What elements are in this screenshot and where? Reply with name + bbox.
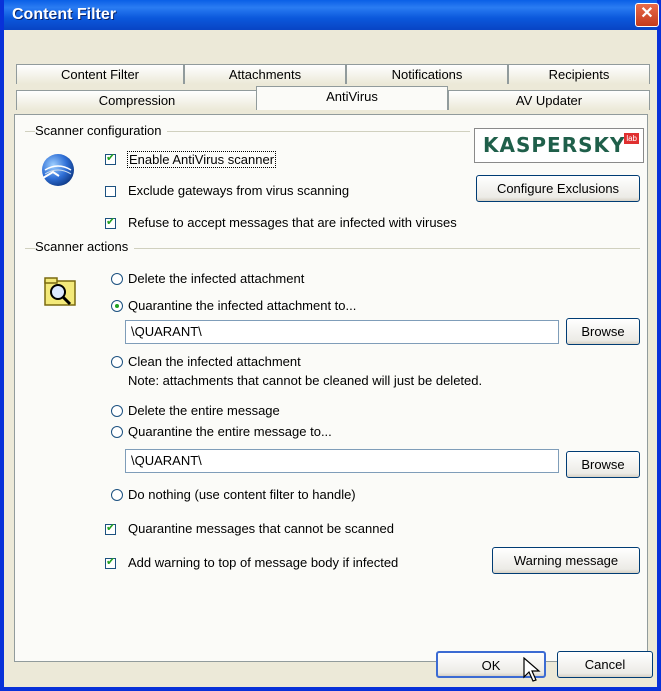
window-title: Content Filter: [12, 6, 116, 23]
browse-attachment-button[interactable]: Browse: [566, 318, 640, 345]
delete-attachment-label[interactable]: Delete the infected attachment: [128, 271, 304, 286]
quarantine-folder-icon: [44, 277, 76, 306]
delete-message-label[interactable]: Delete the entire message: [128, 403, 280, 418]
globe-icon: [42, 154, 74, 186]
exclude-gateways-label[interactable]: Exclude gateways from virus scanning: [128, 183, 349, 198]
scanner-actions-label: Scanner actions: [35, 239, 135, 254]
clean-attachment-label[interactable]: Clean the infected attachment: [128, 354, 301, 369]
quarantine-message-label[interactable]: Quarantine the entire message to...: [128, 424, 332, 439]
tab-antivirus[interactable]: AntiVirus: [256, 86, 448, 110]
add-warning-checkbox[interactable]: [105, 555, 116, 569]
refuse-infected-checkbox[interactable]: [105, 215, 116, 229]
browse-message-button[interactable]: Browse: [566, 451, 640, 478]
delete-attachment-radio[interactable]: [111, 273, 123, 285]
quarantine-message-radio[interactable]: [111, 426, 123, 438]
quarantine-unscanned-label[interactable]: Quarantine messages that cannot be scann…: [128, 521, 394, 536]
tab-notifications[interactable]: Notifications: [346, 64, 508, 84]
scanner-config-label: Scanner configuration: [35, 123, 168, 138]
kaspersky-logo: KASPERSKY lab: [474, 128, 644, 163]
tab-recipients[interactable]: Recipients: [508, 64, 650, 84]
clean-attachment-radio[interactable]: [111, 356, 123, 368]
cancel-button[interactable]: Cancel: [557, 651, 653, 678]
tab-av-updater[interactable]: AV Updater: [448, 90, 650, 110]
tab-attachments[interactable]: Attachments: [184, 64, 346, 84]
quarantine-unscanned-checkbox[interactable]: [105, 521, 116, 535]
quarantine-message-path-field[interactable]: \QUARANT\: [125, 449, 559, 473]
exclude-gateways-checkbox[interactable]: [105, 186, 116, 197]
quarantine-attachment-radio[interactable]: [111, 300, 123, 312]
do-nothing-label[interactable]: Do nothing (use content filter to handle…: [128, 487, 356, 502]
tab-content-filter[interactable]: Content Filter: [16, 64, 184, 84]
enable-scanner-label[interactable]: Enable AntiVirus scanner: [127, 151, 277, 168]
clean-note: Note: attachments that cannot be cleaned…: [128, 373, 483, 388]
configure-exclusions-button[interactable]: Configure Exclusions: [476, 175, 640, 202]
do-nothing-radio[interactable]: [111, 489, 123, 501]
antivirus-panel: Scanner configuration KASPERSKY lab Enab…: [14, 114, 648, 662]
add-warning-label[interactable]: Add warning to top of message body if in…: [128, 555, 398, 570]
refuse-infected-label[interactable]: Refuse to accept messages that are infec…: [128, 215, 457, 230]
content-filter-window: Content Filter ✕ Content Filter Attachme…: [0, 0, 661, 691]
logo-text: KASPERSKY: [483, 133, 626, 157]
quarantine-attachment-label[interactable]: Quarantine the infected attachment to...: [128, 298, 356, 313]
warning-message-button[interactable]: Warning message: [492, 547, 640, 574]
title-bar[interactable]: Content Filter ✕: [4, 0, 659, 30]
logo-sub: lab: [624, 133, 639, 144]
mouse-cursor-icon: [523, 657, 541, 682]
delete-message-radio[interactable]: [111, 405, 123, 417]
tab-compression[interactable]: Compression: [16, 90, 258, 110]
quarantine-attachment-path-field[interactable]: \QUARANT\: [125, 320, 559, 344]
enable-scanner-checkbox[interactable]: [105, 151, 116, 165]
close-icon[interactable]: ✕: [635, 3, 659, 27]
